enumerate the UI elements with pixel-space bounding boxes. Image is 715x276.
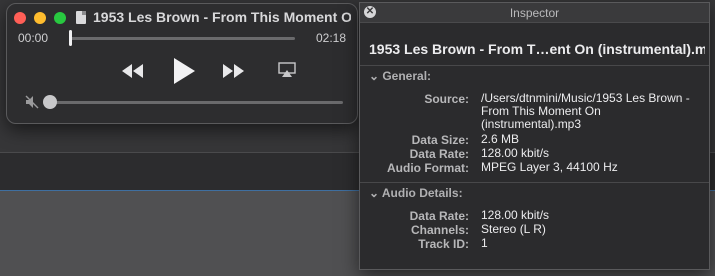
rewind-button[interactable] [120,63,146,79]
details-data-rate-label: Data Rate: [409,209,469,223]
file-name: 1953 Les Brown - From T…ent On (instrume… [369,41,705,57]
channels-label: Channels: [410,223,469,237]
general-section-header[interactable]: ⌄ General: [369,69,431,83]
data-rate-label: Data Rate: [409,147,469,161]
general-heading: General: [382,69,432,83]
data-size-value: 2.6 MB [481,132,520,146]
airplay-icon [278,62,296,77]
audio-details-heading: Audio Details: [381,186,463,200]
window-zoom-button[interactable] [54,12,66,24]
document-icon[interactable] [76,11,86,24]
inspector-close-button[interactable]: ✕ [364,6,376,18]
rewind-icon [122,64,143,78]
play-icon [174,58,195,84]
data-rate-value: 128.00 kbit/s [481,146,550,160]
track-id-label: Track ID: [418,237,469,251]
player-title: 1953 Les Brown - From This Moment On (in… [93,9,351,25]
airplay-button[interactable] [278,62,296,78]
speaker-muted-icon[interactable] [25,95,39,109]
duration-time: 02:18 [315,31,346,45]
chevron-down-icon: ⌄ [369,69,380,83]
section-divider [360,65,709,66]
channels-value: Stereo (L R) [481,222,546,236]
inspector-title: Inspector [509,6,560,20]
inspector-window: Inspector ✕ 1953 Les Brown - From T…ent … [359,2,710,270]
audio-format-value: MPEG Layer 3, 44100 Hz [481,160,618,174]
track-id-value: 1 [481,236,488,250]
section-divider [360,182,709,183]
scrubber-track[interactable] [69,37,295,40]
playhead-handle[interactable] [69,30,72,46]
fast-forward-button[interactable] [220,63,246,79]
source-label: Source: [424,92,469,106]
audio-format-label: Audio Format: [387,161,469,175]
volume-handle[interactable] [43,95,57,109]
player-window: 1953 Les Brown - From This Moment On (in… [6,3,358,124]
audio-details-section-header[interactable]: ⌄ Audio Details: [369,186,463,200]
data-size-label: Data Size: [411,133,469,147]
window-minimize-button[interactable] [34,12,46,24]
chevron-down-icon: ⌄ [369,186,380,200]
play-button[interactable] [168,56,198,86]
current-time: 00:00 [18,31,49,45]
volume-slider[interactable] [51,101,343,104]
details-data-rate-value: 128.00 kbit/s [481,208,550,222]
window-close-button[interactable] [14,12,26,24]
source-value: /Users/dtnmini/Music/1953 Les Brown - Fr… [481,91,690,131]
fast-forward-icon [223,64,244,78]
